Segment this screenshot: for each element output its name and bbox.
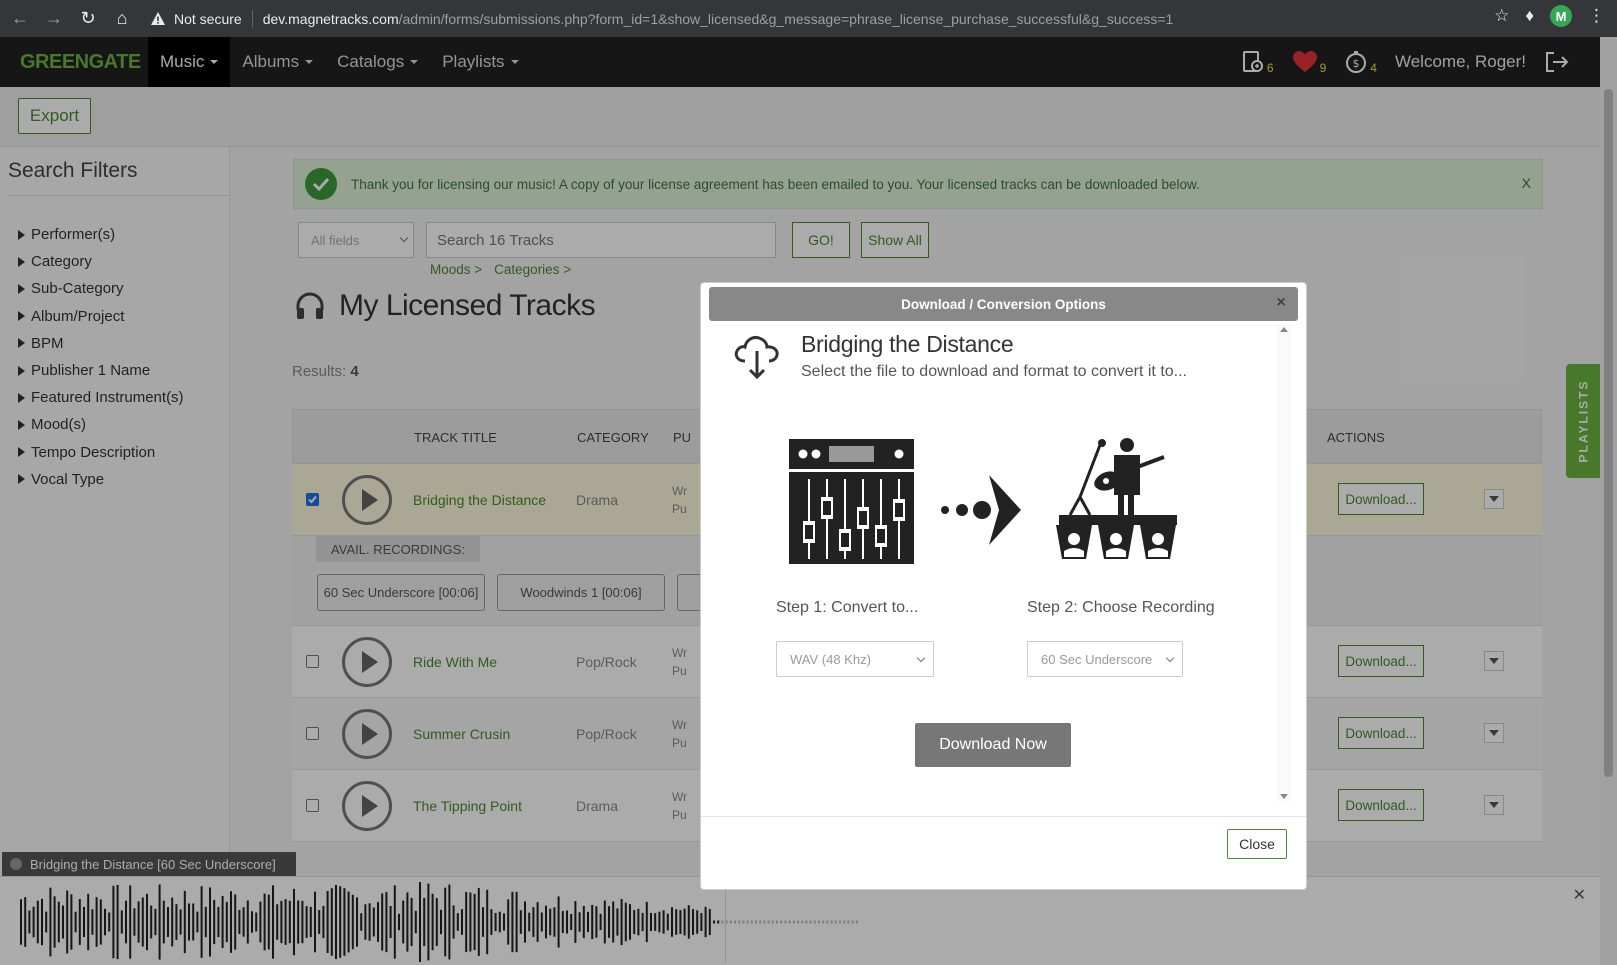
performer-stage-icon bbox=[1056, 438, 1177, 559]
address-bar[interactable]: Not secure dev.magnetracks.com/admin/for… bbox=[150, 5, 1520, 33]
format-select[interactable]: WAV (48 Khz) bbox=[776, 641, 934, 677]
chevron-down-icon bbox=[1165, 653, 1175, 663]
modal-body: Bridging the Distance Select the file to… bbox=[709, 325, 1289, 785]
scroll-up-icon[interactable] bbox=[1280, 327, 1288, 332]
url-separator bbox=[251, 9, 253, 28]
modal-subtitle: Select the file to download and format t… bbox=[801, 363, 1187, 380]
extensions-puzzle-icon[interactable]: ♦ bbox=[1525, 6, 1534, 26]
step2-label: Step 2: Choose Recording bbox=[1027, 599, 1215, 616]
recording-select[interactable]: 60 Sec Underscore bbox=[1027, 641, 1183, 677]
forward-icon[interactable]: → bbox=[40, 5, 68, 33]
cloud-download-icon bbox=[734, 336, 779, 380]
modal-track-title: Bridging the Distance bbox=[801, 331, 1014, 357]
format-select-value: WAV (48 Khz) bbox=[790, 651, 871, 667]
back-icon[interactable]: ← bbox=[6, 5, 34, 33]
mixer-console-icon bbox=[789, 439, 914, 564]
browser-toolbar: ← → ↻ ⌂ Not secure dev.magnetracks.com/a… bbox=[0, 0, 1617, 37]
modal-close-x[interactable]: × bbox=[1272, 294, 1290, 312]
chevron-down-icon bbox=[916, 653, 926, 663]
bookmark-star-icon[interactable]: ☆ bbox=[1494, 6, 1509, 26]
step1-label: Step 1: Convert to... bbox=[776, 599, 919, 616]
modal-scrollbar[interactable] bbox=[1277, 325, 1291, 801]
reload-icon[interactable]: ↻ bbox=[74, 5, 102, 33]
download-now-button[interactable]: Download Now bbox=[915, 723, 1071, 767]
recording-select-value: 60 Sec Underscore bbox=[1041, 651, 1153, 667]
home-icon[interactable]: ⌂ bbox=[108, 5, 136, 33]
url-path: /admin/forms/submissions.php?form_id=1&s… bbox=[398, 10, 1174, 27]
modal-footer-divider bbox=[701, 816, 1306, 817]
convert-arrow-icon bbox=[941, 475, 1021, 545]
profile-avatar[interactable]: M bbox=[1550, 5, 1572, 27]
download-options-modal: Download / Conversion Options × Bridging… bbox=[700, 282, 1307, 890]
browser-menu-icon[interactable]: ⋮ bbox=[1588, 6, 1605, 26]
url-host: dev.magnetracks.com bbox=[262, 10, 399, 27]
scroll-down-icon[interactable] bbox=[1280, 794, 1288, 799]
not-secure-label: Not secure bbox=[174, 10, 242, 27]
warning-icon bbox=[151, 11, 165, 25]
modal-header: Download / Conversion Options × bbox=[709, 287, 1298, 321]
modal-title: Download / Conversion Options bbox=[901, 296, 1106, 312]
modal-close-button[interactable]: Close bbox=[1227, 829, 1287, 859]
